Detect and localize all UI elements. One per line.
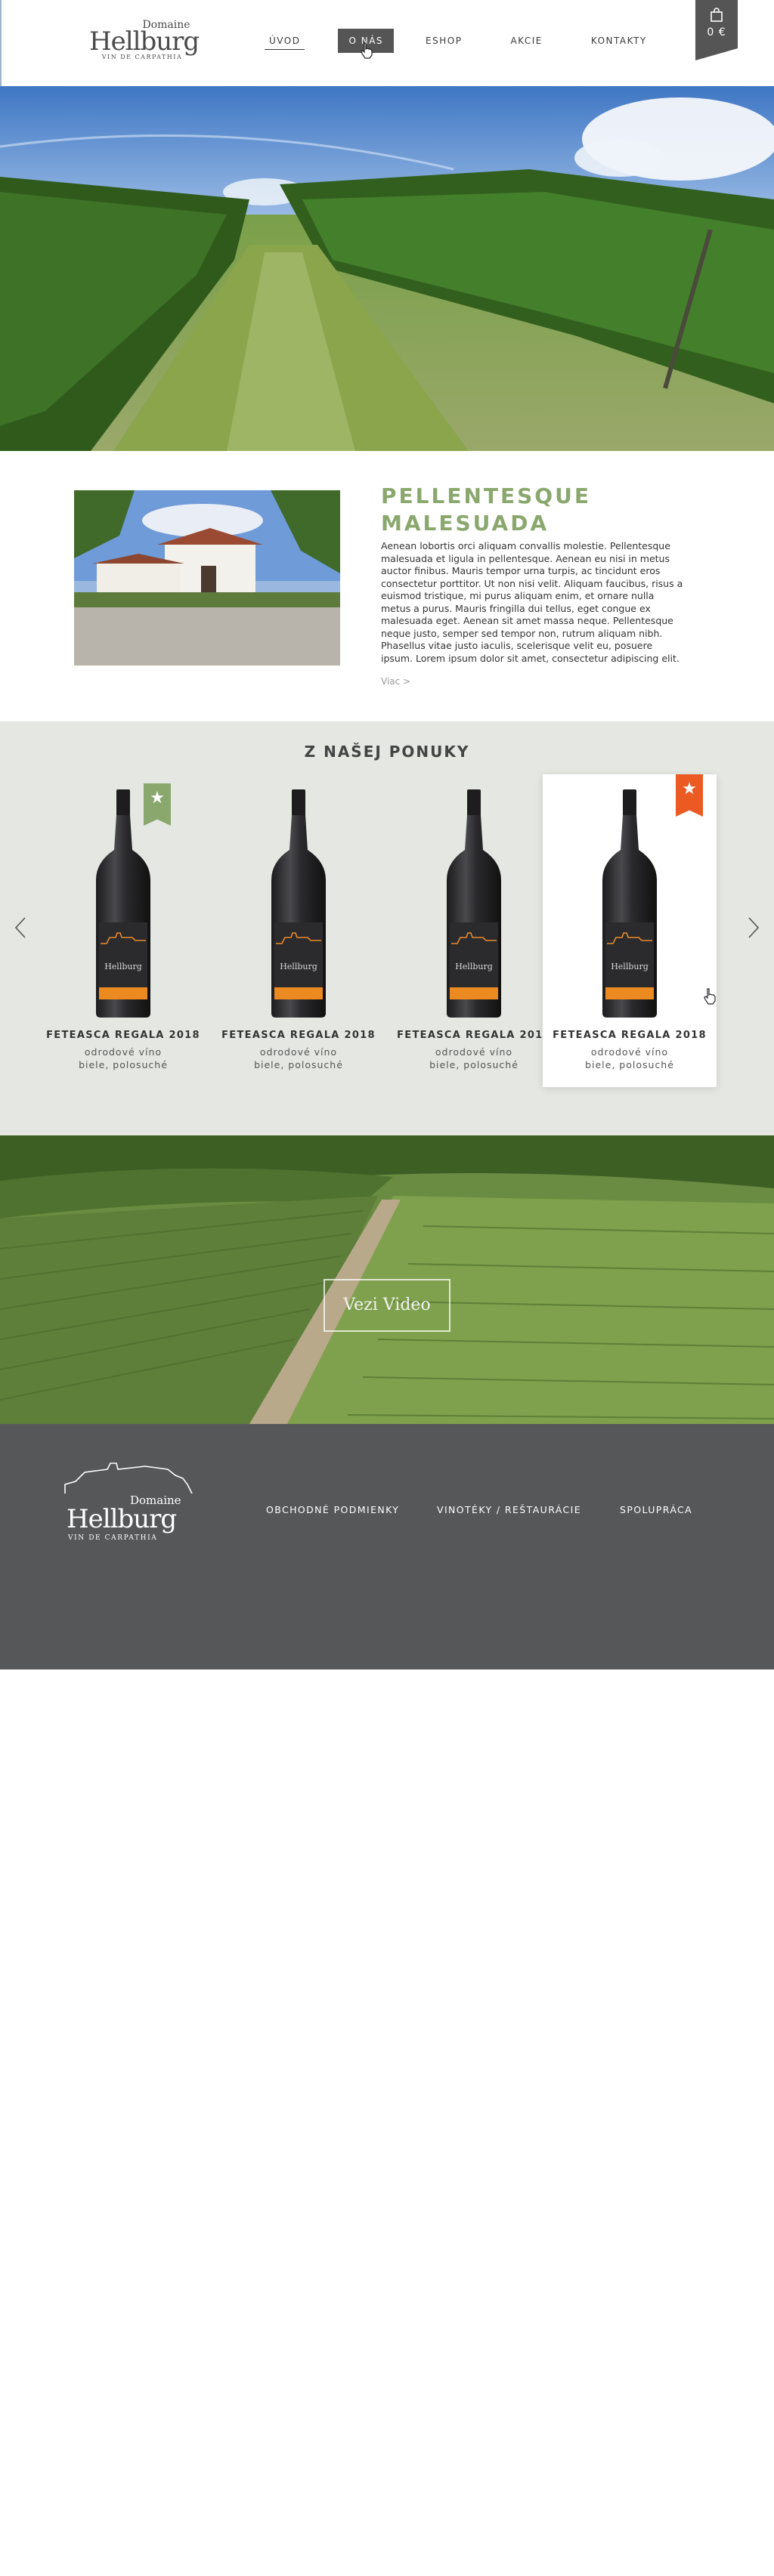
hand-cursor-icon (361, 42, 373, 59)
hero-vineyard-image (0, 86, 774, 451)
main-nav: ÚVOD O NÁS ESHOP AKCIE KONTAKTY (259, 29, 685, 53)
wine-bottle-image: Hellburg (271, 789, 326, 1018)
winery-building-photo (74, 490, 340, 666)
offer-section: Z NAŠEJ PONUKY Hellburg ★ FETEASCA REGALA… (0, 721, 774, 1135)
intro-title: PELLENTESQUE MALESUADA (381, 483, 591, 536)
product-name: FETEASCA REGALA 2018 (46, 1030, 200, 1041)
footer-link-obchodne-podmienky[interactable]: OBCHODNÉ PODMIENKY (266, 1504, 399, 1515)
footer-link-spolupraca[interactable]: SPOLUPRÁCA (620, 1504, 692, 1515)
product-name: FETEASCA REGALA 2018 (221, 1030, 376, 1041)
product-card[interactable]: Hellburg FETEASCA REGALA 2018 odrodové v… (212, 774, 385, 1087)
star-icon: ★ (150, 789, 165, 808)
product-style: biele, polosuché (254, 1059, 343, 1070)
product-style: biele, polosuché (79, 1059, 168, 1070)
product-name: FETEASCA REGALA 2018 (397, 1030, 551, 1041)
watch-video-button[interactable]: Vezi Video (324, 1279, 450, 1332)
product-type: odrodové víno (259, 1046, 338, 1058)
product-name: FETEASCA REGALA 2018 (553, 1030, 707, 1041)
product-style: biele, polosuché (585, 1059, 674, 1070)
intro-section: PELLENTESQUE MALESUADA Aenean lobortis o… (0, 451, 774, 721)
site-logo[interactable]: Domaine Hellburg VIN DE CARPATHIA (89, 20, 200, 62)
featured-badge: ★ (676, 774, 703, 817)
hand-cursor-icon (704, 988, 716, 1005)
product-style: biele, polosuché (429, 1059, 519, 1070)
footer-logo[interactable]: Domaine Hellburg VIN DE CARPATHIA (62, 1462, 197, 1545)
vineyard-photo (0, 86, 774, 451)
nav-item-eshop[interactable]: ESHOP (415, 29, 472, 53)
star-icon: ★ (682, 780, 697, 798)
intro-more-link[interactable]: Viac > (381, 676, 410, 687)
product-type: odrodové víno (590, 1046, 669, 1058)
nav-item-kontakty[interactable]: KONTAKTY (580, 29, 658, 53)
video-section: Vezi Video (0, 1135, 774, 1424)
cart-amount: 0 € (707, 26, 726, 39)
nav-item-akcie[interactable]: AKCIE (500, 29, 553, 53)
footer-logo-tagline: VIN DE CARPATHIA (68, 1534, 158, 1542)
winery-photo (74, 490, 340, 666)
product-card[interactable]: Hellburg ★ FETEASCA REGALA 2018 odrodové … (543, 774, 717, 1087)
intro-text: Aenean lobortis orci aliquam convallis m… (381, 540, 683, 664)
product-type: odrodové víno (435, 1046, 513, 1058)
svg-text:Hellburg: Hellburg (611, 962, 649, 971)
product-type: odrodové víno (84, 1046, 163, 1058)
chevron-left-icon[interactable] (14, 916, 27, 939)
svg-text:Hellburg: Hellburg (104, 962, 142, 971)
cart-button[interactable]: 0 € (695, 0, 738, 60)
featured-badge: ★ (144, 783, 171, 826)
logo-name-big: Hellburg (89, 26, 200, 57)
svg-text:Hellburg: Hellburg (280, 962, 317, 971)
svg-text:Hellburg: Hellburg (455, 962, 493, 971)
wine-bottle-image: Hellburg (602, 789, 657, 1018)
logo-tagline: VIN DE CARPATHIA (101, 54, 183, 60)
wine-bottle-image: Hellburg (447, 789, 501, 1018)
nav-item-uvod[interactable]: ÚVOD (259, 29, 311, 53)
product-card[interactable]: Hellburg ★ FETEASCA REGALA 2018 odrodové … (36, 774, 210, 1087)
chevron-right-icon[interactable] (747, 916, 760, 939)
site-footer: Domaine Hellburg VIN DE CARPATHIA OBCHOD… (0, 1424, 774, 1669)
product-card[interactable]: Hellburg FETEASCA REGALA 2018 odrodové v… (387, 774, 561, 1087)
footer-logo-name-big: Hellburg (67, 1504, 177, 1534)
offer-title: Z NAŠEJ PONUKY (304, 743, 470, 761)
shopping-bag-icon (711, 8, 723, 22)
site-header: Domaine Hellburg VIN DE CARPATHIA ÚVOD O… (0, 0, 774, 86)
footer-link-vinoteky[interactable]: VINOTÉKY / REŠTAURÁCIE (437, 1504, 581, 1515)
